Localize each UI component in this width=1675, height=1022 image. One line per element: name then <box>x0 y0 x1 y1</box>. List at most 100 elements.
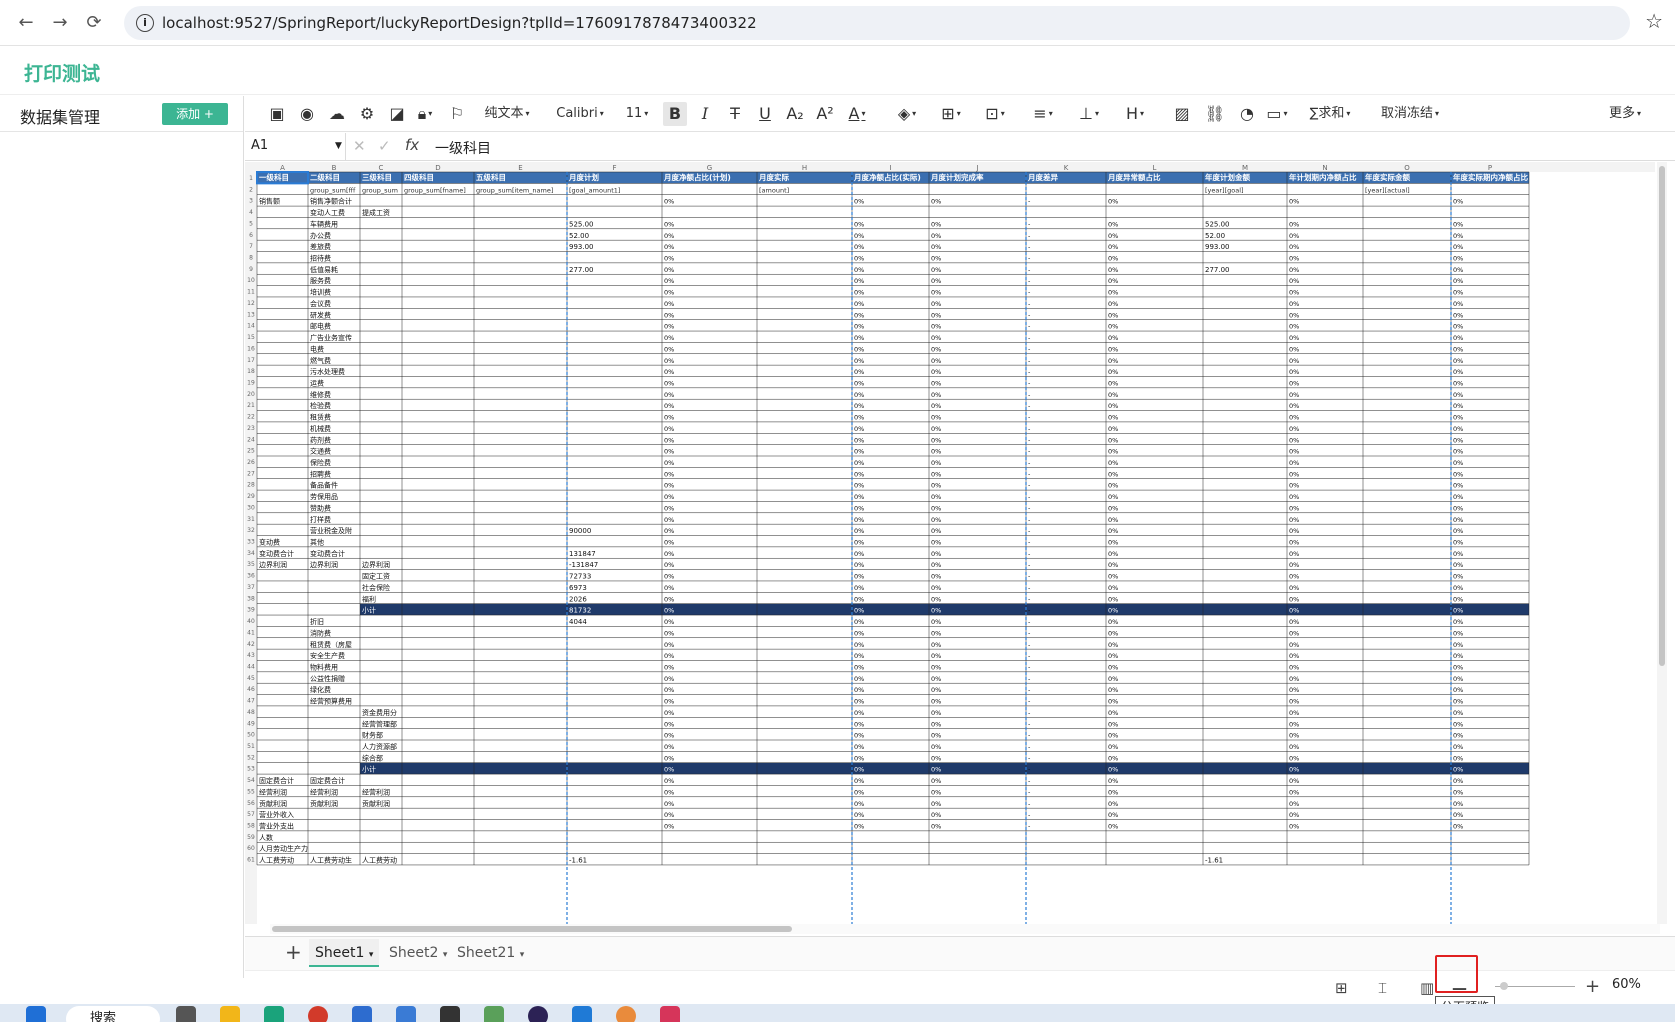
grid-canvas[interactable]: A B C D E F G H I J K L M N O P123456789101112131415161… <box>245 162 1655 924</box>
dash-cell[interactable]: - <box>1028 720 1031 728</box>
percent-cell[interactable]: 0% <box>1289 289 1299 297</box>
percent-cell[interactable]: 0% <box>1453 766 1463 774</box>
percent-cell[interactable]: 0% <box>664 482 674 490</box>
percent-cell[interactable]: 0% <box>854 652 864 660</box>
data-cell[interactable]: 备品备件 <box>310 481 338 490</box>
percent-cell[interactable]: 0% <box>1453 743 1463 751</box>
percent-cell[interactable]: 0% <box>1289 663 1299 671</box>
data-cell[interactable]: 营业外收入 <box>259 810 294 819</box>
data-cell[interactable]: 福利 <box>362 594 376 603</box>
row-number[interactable]: 15 <box>247 334 255 341</box>
data-cell[interactable]: 经营利润 <box>310 787 338 796</box>
percent-cell[interactable]: 0% <box>664 232 674 240</box>
data-cell[interactable]: 销售净额合计 <box>310 197 352 206</box>
percent-cell[interactable]: 0% <box>1453 425 1463 433</box>
header-cell[interactable]: 月度实际 <box>758 172 789 182</box>
percent-cell[interactable]: 0% <box>1453 732 1463 740</box>
percent-cell[interactable]: 0% <box>1108 539 1118 547</box>
percent-cell[interactable]: 0% <box>664 436 674 444</box>
percent-cell[interactable]: 0% <box>1453 504 1463 512</box>
percent-cell[interactable]: 0% <box>931 641 941 649</box>
percent-cell[interactable]: 0% <box>931 448 941 456</box>
percent-cell[interactable]: 0% <box>1453 516 1463 524</box>
percent-cell[interactable]: 0% <box>1108 754 1118 762</box>
row-number[interactable]: 40 <box>247 618 255 625</box>
percent-cell[interactable]: 0% <box>1453 232 1463 240</box>
percent-cell[interactable]: 0% <box>1289 698 1299 706</box>
row-number[interactable]: 52 <box>247 754 255 761</box>
percent-cell[interactable]: 0% <box>931 561 941 569</box>
data-cell[interactable]: 营业税金及附 <box>310 526 352 535</box>
dash-cell[interactable]: - <box>1028 675 1031 683</box>
percent-cell[interactable]: 0% <box>664 277 674 285</box>
percent-cell[interactable]: 0% <box>854 823 864 831</box>
percent-cell[interactable]: 0% <box>931 573 941 581</box>
sheet-tab[interactable]: Sheet2 ▾ <box>383 939 453 967</box>
percent-cell[interactable]: 0% <box>931 220 941 228</box>
data-cell[interactable]: 电费 <box>310 344 324 353</box>
template-cell[interactable]: group_sum[item_name] <box>476 186 553 194</box>
row-number[interactable]: 27 <box>247 470 255 477</box>
dash-cell[interactable]: - <box>1028 777 1031 785</box>
column-header[interactable]: H <box>802 164 807 172</box>
percent-cell[interactable]: 0% <box>1289 504 1299 512</box>
row-number[interactable]: 43 <box>247 652 255 659</box>
percent-cell[interactable]: 0% <box>1108 334 1118 342</box>
percent-cell[interactable]: 0% <box>664 368 674 376</box>
data-cell[interactable]: 社会保险 <box>362 583 390 592</box>
insert-link-icon[interactable]: ⛓ <box>1203 102 1227 126</box>
dash-cell[interactable]: - <box>1028 334 1031 342</box>
percent-cell[interactable]: 0% <box>931 470 941 478</box>
percent-cell[interactable]: 0% <box>1289 357 1299 365</box>
percent-cell[interactable]: 0% <box>1453 663 1463 671</box>
row-number[interactable]: 35 <box>247 561 255 568</box>
column-header[interactable]: J <box>975 164 978 172</box>
data-cell[interactable]: 总部费用分摊 <box>310 765 352 774</box>
reload-icon[interactable]: ⟳ <box>82 11 106 35</box>
dash-cell[interactable]: - <box>1028 629 1031 637</box>
percent-cell[interactable]: 0% <box>1108 777 1118 785</box>
data-cell[interactable]: 变动费合计 <box>259 549 294 558</box>
percent-cell[interactable]: 0% <box>854 800 864 808</box>
template-cell[interactable]: [amount] <box>759 186 789 194</box>
percent-cell[interactable]: 0% <box>1108 766 1118 774</box>
row-number[interactable]: 39 <box>247 607 255 614</box>
percent-cell[interactable]: 0% <box>1108 698 1118 706</box>
percent-cell[interactable]: 0% <box>854 720 864 728</box>
data-cell[interactable]: 边界利润 <box>362 560 390 569</box>
column-header[interactable]: B <box>332 164 337 172</box>
percent-cell[interactable]: 0% <box>1289 402 1299 410</box>
url-text[interactable]: localhost:9527/SpringReport/luckyReportD… <box>162 14 757 32</box>
percent-cell[interactable]: 0% <box>1453 345 1463 353</box>
data-cell[interactable]: 差旅费 <box>310 242 331 251</box>
page-layout-icon[interactable]: ⌶ <box>1378 979 1387 997</box>
row-number[interactable]: 10 <box>247 277 255 284</box>
percent-cell[interactable]: 0% <box>1453 595 1463 603</box>
data-cell[interactable]: 折旧 <box>310 617 324 626</box>
dash-cell[interactable]: - <box>1028 243 1031 251</box>
percent-cell[interactable]: 0% <box>931 743 941 751</box>
data-cell[interactable]: 办公费 <box>310 231 331 240</box>
percent-cell[interactable]: 0% <box>1453 334 1463 342</box>
percent-cell[interactable]: 0% <box>854 766 864 774</box>
formula-input[interactable]: 一级科目 <box>435 138 491 158</box>
percent-cell[interactable]: 0% <box>1289 811 1299 819</box>
percent-cell[interactable]: 0% <box>1108 788 1118 796</box>
dash-cell[interactable]: - <box>1028 266 1031 274</box>
data-cell[interactable]: 研发费 <box>310 310 331 319</box>
percent-cell[interactable]: 0% <box>854 459 864 467</box>
percent-cell[interactable]: 0% <box>1289 573 1299 581</box>
percent-cell[interactable]: 0% <box>1453 709 1463 717</box>
data-cell[interactable]: 固定工资 <box>362 572 390 581</box>
percent-cell[interactable]: 0% <box>1289 220 1299 228</box>
row-number[interactable]: 14 <box>247 323 255 330</box>
data-cell[interactable]: 525.00 <box>569 220 594 228</box>
data-cell[interactable]: 保险费 <box>310 458 331 467</box>
percent-cell[interactable]: 0% <box>1289 777 1299 785</box>
row-number[interactable]: 49 <box>247 720 255 727</box>
percent-cell[interactable]: 0% <box>1453 323 1463 331</box>
text-wrap-icon[interactable]: H ▾ <box>1123 102 1147 126</box>
percent-cell[interactable]: 0% <box>1453 357 1463 365</box>
dash-cell[interactable]: - <box>1028 357 1031 365</box>
percent-cell[interactable]: 0% <box>1453 561 1463 569</box>
